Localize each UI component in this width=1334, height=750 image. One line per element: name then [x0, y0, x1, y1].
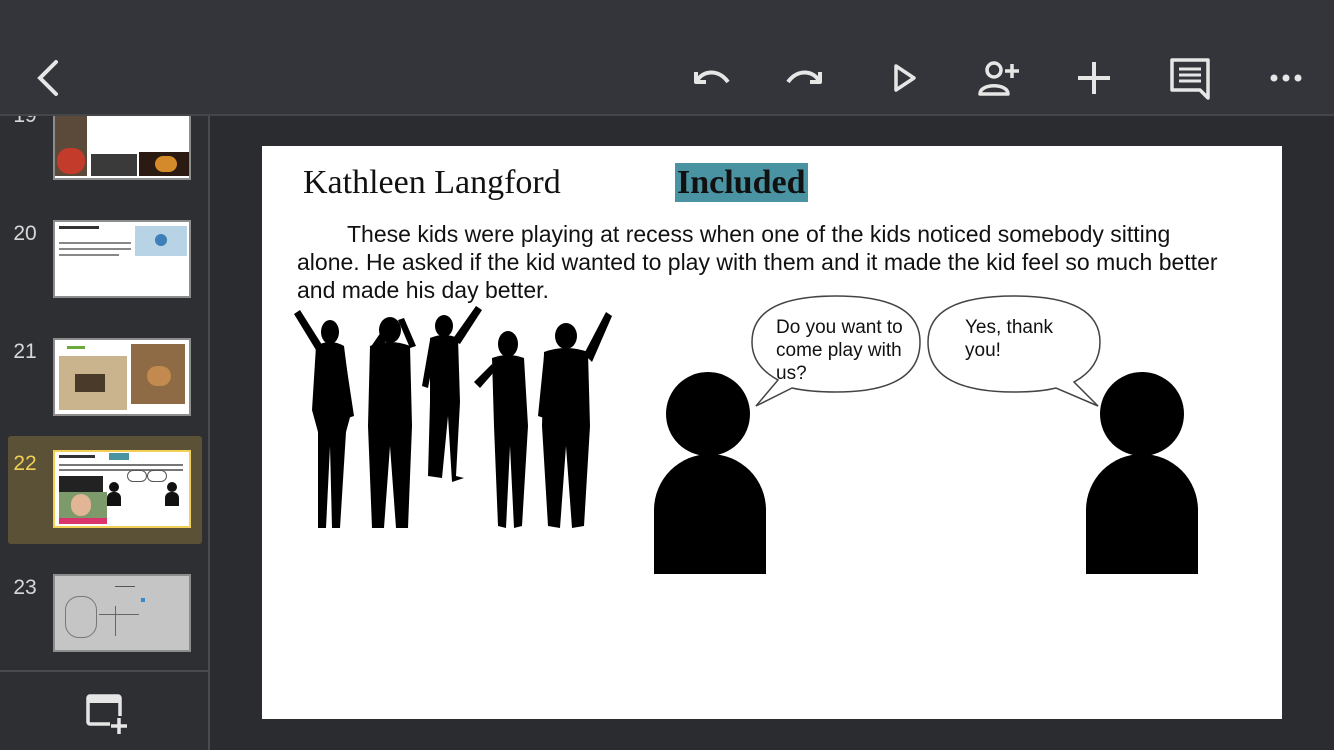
plus-icon — [1078, 62, 1110, 94]
redo-button[interactable] — [782, 54, 830, 102]
slide-preview — [53, 338, 191, 416]
slide-thumbnail-23[interactable]: 23 — [8, 560, 202, 668]
slide-thumbnail-21[interactable]: 21 — [8, 324, 202, 432]
chevron-left-icon — [37, 60, 58, 96]
present-button[interactable] — [880, 54, 928, 102]
comment-button[interactable] — [1166, 54, 1214, 102]
add-slide-button[interactable] — [82, 690, 130, 738]
slide-preview — [53, 574, 191, 652]
more-horizontal-icon — [1270, 74, 1302, 82]
slide-title[interactable]: Included — [675, 163, 808, 202]
top-toolbar — [0, 0, 1334, 116]
share-button[interactable] — [974, 54, 1022, 102]
slide-number: 23 — [13, 576, 37, 599]
slide-number: 22 — [13, 452, 37, 475]
back-button[interactable] — [24, 54, 72, 102]
author-name[interactable]: Kathleen Langford — [303, 164, 561, 202]
undo-icon — [694, 70, 730, 84]
insert-button[interactable] — [1070, 54, 1118, 102]
slide-number: 21 — [13, 340, 37, 363]
slide-number: 19 — [10, 116, 40, 128]
undo-button[interactable] — [686, 54, 734, 102]
slide-preview — [53, 450, 191, 528]
slide-thumbnail-19[interactable]: 19 — [8, 116, 202, 196]
kids-silhouette-image[interactable] — [288, 306, 618, 532]
slide-preview — [53, 116, 191, 180]
new-slide-icon — [86, 694, 130, 736]
more-button[interactable] — [1262, 54, 1310, 102]
slide-canvas[interactable]: Kathleen Langford Included These kids we… — [262, 146, 1282, 719]
bubble-left-text: Do you want to come play with us? — [776, 317, 903, 384]
slide-filmstrip: 19 20 21 22 — [0, 116, 210, 750]
comment-icon — [1170, 58, 1210, 100]
add-person-icon — [978, 61, 1019, 96]
redo-icon — [786, 70, 822, 84]
slide-number: 20 — [13, 222, 37, 245]
slide-thumbnail-22[interactable]: 22 — [8, 436, 202, 544]
filmstrip-footer — [0, 670, 208, 750]
slide-preview — [53, 220, 191, 298]
play-icon — [894, 64, 916, 92]
bubble-right-text: Yes, thank you! — [965, 317, 1054, 361]
slide-thumbnail-20[interactable]: 20 — [8, 206, 202, 314]
